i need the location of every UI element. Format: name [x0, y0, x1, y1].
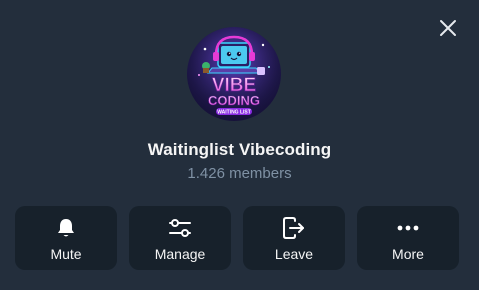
group-info-panel: VIBE CODING WAITING LIST Waitinglist Vib…	[0, 0, 479, 290]
more-button[interactable]: More	[357, 206, 459, 270]
avatar-text-coding: CODING	[208, 93, 260, 108]
close-icon	[440, 20, 456, 36]
leave-button[interactable]: Leave	[243, 206, 345, 270]
vibe-coding-logo: VIBE CODING WAITING LIST	[187, 27, 281, 121]
group-avatar[interactable]: VIBE CODING WAITING LIST	[187, 27, 281, 121]
mute-button[interactable]: Mute	[15, 206, 117, 270]
sliders-icon	[169, 219, 191, 237]
more-label: More	[392, 246, 424, 262]
member-count: 1.426 members	[187, 165, 292, 182]
manage-button[interactable]: Manage	[129, 206, 231, 270]
manage-label: Manage	[154, 246, 206, 262]
mute-label: Mute	[50, 246, 82, 262]
more-dots-icon	[397, 225, 419, 231]
avatar-text-waiting-list: WAITING LIST	[217, 110, 251, 116]
action-bar: Mute Manage Leave More	[15, 206, 459, 270]
leave-label: Leave	[274, 246, 314, 262]
group-title: Waitinglist Vibecoding	[147, 140, 332, 159]
leave-icon	[283, 217, 304, 239]
close-button[interactable]	[434, 14, 462, 42]
bell-icon	[58, 219, 74, 237]
